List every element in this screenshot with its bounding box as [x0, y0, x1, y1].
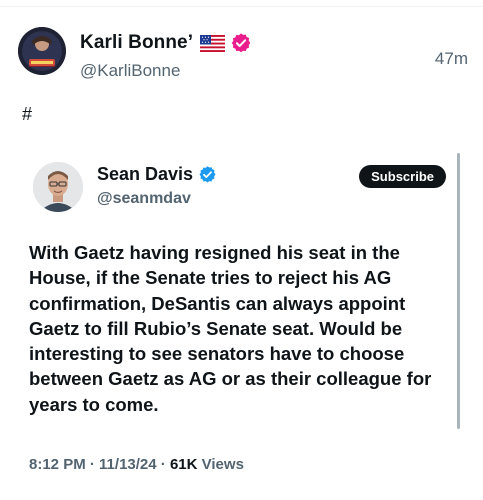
- quoted-avatar[interactable]: [33, 162, 83, 212]
- quoted-post-date[interactable]: 11/13/24: [99, 456, 157, 473]
- author-handle[interactable]: @KarliBonne: [80, 61, 252, 81]
- post-timestamp[interactable]: 47m: [435, 49, 468, 69]
- subscribe-button[interactable]: Subscribe: [359, 165, 446, 188]
- verified-badge-icon[interactable]: [198, 165, 217, 184]
- quoted-author-name[interactable]: Sean Davis: [97, 164, 193, 185]
- post-header: Karli Bonne’ @KarliBonne 47m: [18, 27, 468, 87]
- views-label: Views: [201, 456, 244, 473]
- scrollbar[interactable]: [457, 153, 460, 429]
- author-block: Karli Bonne’ @KarliBonne: [80, 30, 252, 81]
- avatar[interactable]: [18, 27, 66, 75]
- author-name[interactable]: Karli Bonne’: [80, 32, 193, 54]
- quoted-post-time[interactable]: 8:12 PM: [29, 456, 86, 473]
- verified-badge-icon[interactable]: [230, 32, 252, 54]
- top-divider: [0, 6, 483, 7]
- quoted-name-row: Sean Davis: [97, 164, 217, 185]
- views-count[interactable]: 61K: [170, 456, 198, 473]
- quoted-post[interactable]: Sean Davis @seanmdav Subscribe With Gaet…: [20, 140, 468, 492]
- quoted-post-meta: 8:12 PM · 11/13/24 · 61K Views: [29, 456, 244, 473]
- author-name-row: Karli Bonne’: [80, 30, 252, 56]
- meta-separator: ·: [89, 456, 95, 473]
- us-flag-icon: [200, 34, 226, 52]
- meta-separator: ·: [160, 456, 166, 473]
- quoted-author-handle[interactable]: @seanmdav: [97, 190, 191, 208]
- quoted-post-text: With Gaetz having resigned his seat in t…: [29, 242, 432, 415]
- post-text: #: [22, 104, 33, 124]
